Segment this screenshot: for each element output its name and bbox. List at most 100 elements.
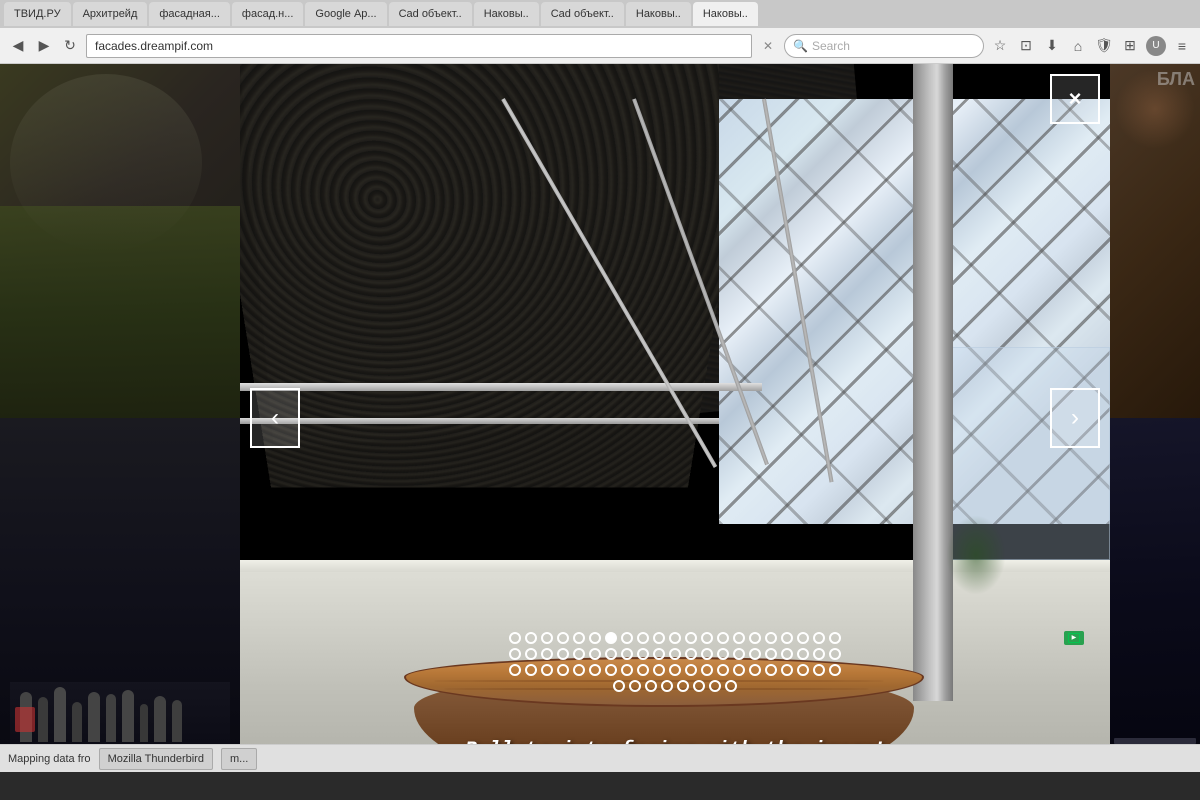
bullet-4-2[interactable]: [629, 680, 641, 692]
home-icon[interactable]: ⌂: [1068, 36, 1088, 56]
bullet-3-13[interactable]: [701, 664, 713, 676]
bullet-2-11[interactable]: [669, 648, 681, 660]
bullet-2-13[interactable]: [701, 648, 713, 660]
close-tab-icon[interactable]: ✕: [758, 36, 778, 56]
bullet-2-20[interactable]: [813, 648, 825, 660]
bullet-2-16[interactable]: [749, 648, 761, 660]
bullet-2-21[interactable]: [829, 648, 841, 660]
bullet-3-9[interactable]: [637, 664, 649, 676]
avatar-icon[interactable]: U: [1146, 36, 1166, 56]
bullet-3-10[interactable]: [653, 664, 665, 676]
bullet-3-6[interactable]: [589, 664, 601, 676]
bullet-3-4[interactable]: [557, 664, 569, 676]
bullet-1-14[interactable]: [717, 632, 729, 644]
tab-3[interactable]: фасадная...: [149, 2, 230, 26]
bullet-2-2[interactable]: [525, 648, 537, 660]
tab-8[interactable]: Cad объект..: [541, 2, 624, 26]
tab-1[interactable]: ТВИД.РУ: [4, 2, 71, 26]
bullet-1-12[interactable]: [685, 632, 697, 644]
bullet-4-7[interactable]: [709, 680, 721, 692]
bullet-1-1[interactable]: [509, 632, 521, 644]
bullet-3-18[interactable]: [781, 664, 793, 676]
bullet-3-17[interactable]: [765, 664, 777, 676]
bullet-1-17[interactable]: [765, 632, 777, 644]
bullet-3-2[interactable]: [525, 664, 537, 676]
bullet-4-1[interactable]: [613, 680, 625, 692]
tab-6[interactable]: Cad объект..: [389, 2, 472, 26]
bullet-3-7[interactable]: [605, 664, 617, 676]
bullet-4-6[interactable]: [693, 680, 705, 692]
bookmark-icon[interactable]: ⊡: [1016, 36, 1036, 56]
bullet-1-3[interactable]: [541, 632, 553, 644]
bullet-3-1[interactable]: [509, 664, 521, 676]
bullet-1-2[interactable]: [525, 632, 537, 644]
bullet-3-8[interactable]: [621, 664, 633, 676]
menu-icon[interactable]: ≡: [1172, 36, 1192, 56]
bullet-4-3[interactable]: [645, 680, 657, 692]
bullet-1-13[interactable]: [701, 632, 713, 644]
bullet-1-6[interactable]: [589, 632, 601, 644]
bullet-2-12[interactable]: [685, 648, 697, 660]
bullet-3-19[interactable]: [797, 664, 809, 676]
bullet-1-16[interactable]: [749, 632, 761, 644]
bullet-4-4[interactable]: [661, 680, 673, 692]
taskbar-item-2[interactable]: m...: [221, 748, 257, 770]
forward-icon[interactable]: ▶: [34, 36, 54, 56]
bullet-1-15[interactable]: [733, 632, 745, 644]
tab-10[interactable]: Наковы..: [693, 2, 758, 26]
bullet-1-7[interactable]: [605, 632, 617, 644]
prev-button[interactable]: ‹: [250, 388, 300, 448]
star-icon[interactable]: ☆: [990, 36, 1010, 56]
bullet-1-18[interactable]: [781, 632, 793, 644]
bullet-3-5[interactable]: [573, 664, 585, 676]
bullet-3-3[interactable]: [541, 664, 553, 676]
search-bar[interactable]: 🔍 Search: [784, 34, 984, 58]
bullet-3-20[interactable]: [813, 664, 825, 676]
next-button[interactable]: ›: [1050, 388, 1100, 448]
bullet-2-6[interactable]: [589, 648, 601, 660]
bullet-1-4[interactable]: [557, 632, 569, 644]
tab-2[interactable]: Архитрейд: [73, 2, 148, 26]
bullet-3-15[interactable]: [733, 664, 745, 676]
shield-icon[interactable]: 🛡: [1094, 36, 1114, 56]
bullet-1-20[interactable]: [813, 632, 825, 644]
bullet-3-21[interactable]: [829, 664, 841, 676]
back-icon[interactable]: ◀: [8, 36, 28, 56]
bullet-1-5[interactable]: [573, 632, 585, 644]
bullet-1-9[interactable]: [637, 632, 649, 644]
bullet-1-21[interactable]: [829, 632, 841, 644]
reload-icon[interactable]: ↻: [60, 36, 80, 56]
bullet-2-9[interactable]: [637, 648, 649, 660]
tab-9[interactable]: Наковы..: [626, 2, 691, 26]
bullet-2-3[interactable]: [541, 648, 553, 660]
bullet-2-18[interactable]: [781, 648, 793, 660]
address-bar[interactable]: [86, 34, 752, 58]
tab-4[interactable]: фасад.н...: [232, 2, 304, 26]
bullet-2-19[interactable]: [797, 648, 809, 660]
bullet-1-10[interactable]: [653, 632, 665, 644]
bullet-2-4[interactable]: [557, 648, 569, 660]
bullet-1-11[interactable]: [669, 632, 681, 644]
bullet-3-12[interactable]: [685, 664, 697, 676]
bullet-2-1[interactable]: [509, 648, 521, 660]
close-button[interactable]: ×: [1050, 74, 1100, 124]
bullet-2-5[interactable]: [573, 648, 585, 660]
puzzle-icon[interactable]: ⊞: [1120, 36, 1140, 56]
bullet-3-14[interactable]: [717, 664, 729, 676]
bullet-1-19[interactable]: [797, 632, 809, 644]
bullet-2-10[interactable]: [653, 648, 665, 660]
tab-5[interactable]: Google Ар...: [305, 2, 386, 26]
thunderbird-taskbar[interactable]: Mozilla Thunderbird: [99, 748, 213, 770]
bullet-3-16[interactable]: [749, 664, 761, 676]
bullet-4-5[interactable]: [677, 680, 689, 692]
bullet-4-8[interactable]: [725, 680, 737, 692]
tab-7[interactable]: Наковы..: [474, 2, 539, 26]
bullet-2-14[interactable]: [717, 648, 729, 660]
bullet-1-8[interactable]: [621, 632, 633, 644]
bullet-2-15[interactable]: [733, 648, 745, 660]
download-icon[interactable]: ⬇: [1042, 36, 1062, 56]
bullet-2-8[interactable]: [621, 648, 633, 660]
bullet-2-7[interactable]: [605, 648, 617, 660]
bullet-3-11[interactable]: [669, 664, 681, 676]
bullet-2-17[interactable]: [765, 648, 777, 660]
